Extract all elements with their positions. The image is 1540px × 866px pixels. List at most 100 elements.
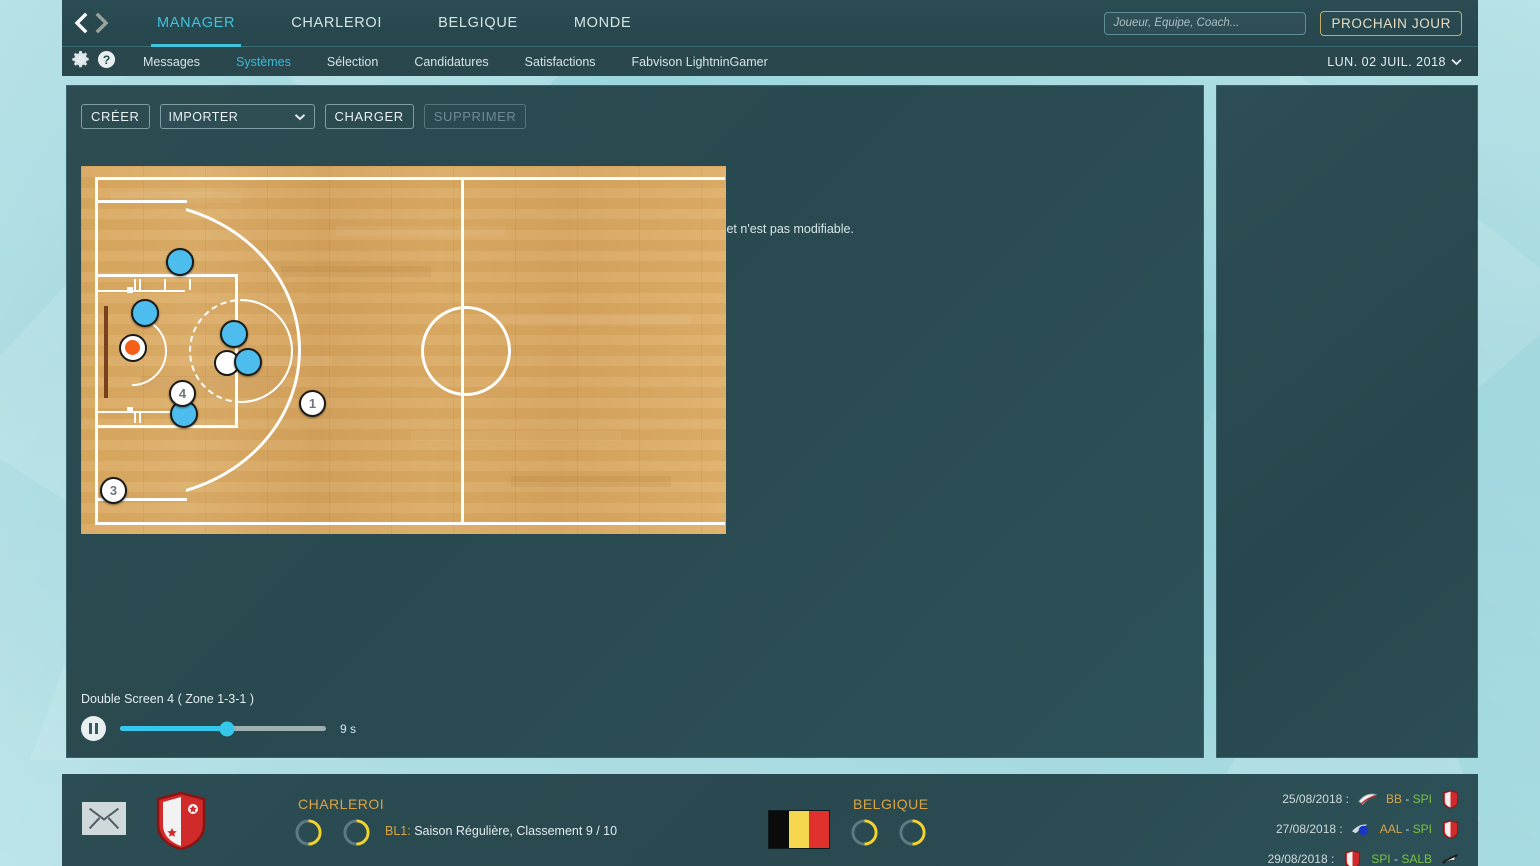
belgium-flag-icon (768, 810, 830, 849)
envelope-icon[interactable] (82, 802, 126, 835)
system-title: Double Screen 4 ( Zone 1-3-1 ) (81, 692, 255, 706)
svg-text:?: ? (103, 53, 111, 67)
history-navigation (71, 11, 112, 35)
court-lane-mark (189, 279, 191, 290)
fixture-row[interactable]: 27/08/2018 : AAL - SPI (1212, 814, 1460, 844)
defender-marker[interactable] (131, 299, 159, 327)
section-tabs: Messages Systèmes Sélection Candidatures… (143, 55, 804, 69)
fixture-home-team: SPI (1371, 852, 1391, 866)
top-header: MANAGER CHARLEROI BELGIQUE MONDE PROCHAI… (62, 0, 1478, 47)
player-number: 4 (178, 386, 187, 401)
systems-toolbar: CRÉER IMPORTER CHARGER SUPPRIMER (81, 104, 527, 129)
offense-marker-3[interactable]: 3 (100, 477, 127, 504)
gear-icon[interactable] (71, 50, 90, 74)
tab-selection[interactable]: Sélection (327, 55, 378, 69)
nav-item-belgique[interactable]: BELGIQUE (438, 0, 518, 47)
basketball-court-diagram[interactable]: 4 1 3 (81, 166, 726, 534)
nav-item-manager[interactable]: MANAGER (150, 0, 242, 47)
progress-ring-icon (851, 819, 878, 846)
import-select-value: IMPORTER (168, 109, 239, 124)
playback-duration: 9 s (340, 721, 357, 736)
fixture-teams: SPI - SALB (1371, 852, 1432, 866)
tab-messages[interactable]: Messages (143, 55, 200, 69)
defender-marker[interactable] (220, 320, 248, 348)
tab-candidatures[interactable]: Candidatures (414, 55, 488, 69)
nav-label: MANAGER (157, 15, 236, 31)
offense-marker-4[interactable]: 4 (169, 380, 196, 407)
court-key-top (97, 274, 237, 277)
team-logo-spi-icon (1442, 819, 1459, 839)
next-day-button[interactable]: PROCHAIN JOUR (1320, 10, 1462, 36)
progress-ring-icon (899, 819, 926, 846)
offense-marker-1[interactable]: 1 (299, 390, 326, 417)
progress-ring-icon (343, 819, 370, 846)
chevron-left-icon[interactable] (71, 11, 91, 35)
create-button[interactable]: CRÉER (81, 104, 150, 129)
court-lane-block (127, 287, 133, 293)
court-lane-mark (139, 412, 141, 423)
court-baseline-bottom (95, 522, 725, 525)
fixture-row[interactable]: 29/08/2018 : SPI - SALB (1212, 844, 1460, 866)
tab-profile-name[interactable]: Fabvison LightninGamer (632, 55, 768, 69)
fixture-row[interactable]: 25/08/2018 : BB - SPI (1212, 784, 1460, 814)
player-number: 1 (308, 396, 317, 411)
chevron-right-icon[interactable] (92, 11, 112, 35)
pause-icon[interactable] (81, 716, 106, 741)
import-select[interactable]: IMPORTER (159, 104, 315, 129)
nation-morale-rings (850, 818, 927, 847)
court-plank (336, 226, 506, 236)
fixture-date: 27/08/2018 : (1276, 822, 1343, 836)
nav-item-charleroi[interactable]: CHARLEROI (291, 0, 382, 47)
search-input[interactable] (1104, 11, 1307, 35)
load-button[interactable]: CHARGER (324, 104, 414, 129)
ball-icon (125, 340, 140, 355)
nation-name[interactable]: BELGIQUE (853, 796, 929, 812)
team-logo-aal-icon (1351, 824, 1368, 835)
court-lane-mark (164, 279, 166, 290)
defender-marker[interactable] (234, 348, 262, 376)
chevron-down-icon (1451, 55, 1462, 69)
help-circle-icon[interactable]: ? (97, 50, 116, 74)
defender-marker[interactable] (166, 248, 194, 276)
systems-main-panel: CRÉER IMPORTER CHARGER SUPPRIMER Ce syst… (66, 85, 1204, 758)
club-league-code: BL1: (385, 824, 411, 838)
team-logo-spi-icon (1345, 849, 1361, 866)
fixture-teams: AAL - SPI (1379, 822, 1432, 836)
club-season-text: Saison Régulière, Classement 9 / 10 (414, 824, 618, 838)
playback-slider[interactable] (120, 721, 326, 736)
team-logo-spi-icon (1442, 789, 1459, 809)
court-plank (511, 476, 671, 487)
current-date-selector[interactable]: LUN. 02 JUIL. 2018 (1327, 55, 1462, 69)
court-lane-mark (134, 412, 136, 423)
playback-slider-fill (120, 726, 228, 731)
system-icons: ? (71, 50, 116, 74)
playback-controls: 9 s (81, 716, 381, 741)
court-plank (281, 266, 431, 277)
court-key-bottom (97, 425, 237, 428)
nav-label: BELGIQUE (438, 15, 518, 31)
nav-label: MONDE (573, 15, 632, 31)
court-lane-mark (139, 279, 141, 290)
team-logo-salb-icon (1441, 853, 1460, 864)
tab-satisfactions[interactable]: Satisfactions (525, 55, 596, 69)
fixture-away-team: SPI (1412, 822, 1432, 836)
court-baseline-top (95, 177, 725, 180)
current-date-label: LUN. 02 JUIL. 2018 (1327, 54, 1446, 69)
club-crest-icon[interactable] (156, 791, 206, 855)
court-lane-mark (134, 279, 136, 290)
fixture-teams: BB - SPI (1385, 792, 1432, 806)
club-name[interactable]: CHARLEROI (298, 796, 384, 812)
status-bar: CHARLEROI BL1: Saison Régulière, Classem… (62, 774, 1478, 866)
app-root: MANAGER CHARLEROI BELGIQUE MONDE PROCHAI… (0, 0, 1540, 866)
nav-label: CHARLEROI (291, 15, 383, 31)
nav-item-monde[interactable]: MONDE (574, 0, 631, 47)
fixture-away-team: SALB (1401, 852, 1432, 866)
playback-slider-handle[interactable] (219, 721, 235, 736)
court-lane-block (127, 407, 133, 413)
tab-systemes[interactable]: Systèmes (236, 55, 291, 69)
fixture-home-team: BB (1385, 792, 1402, 806)
club-morale-rings (294, 818, 371, 847)
upcoming-fixtures: 25/08/2018 : BB - SPI 27/08/2018 : AAL -… (1212, 784, 1460, 866)
progress-ring-icon (295, 819, 322, 846)
player-number: 3 (109, 483, 118, 498)
